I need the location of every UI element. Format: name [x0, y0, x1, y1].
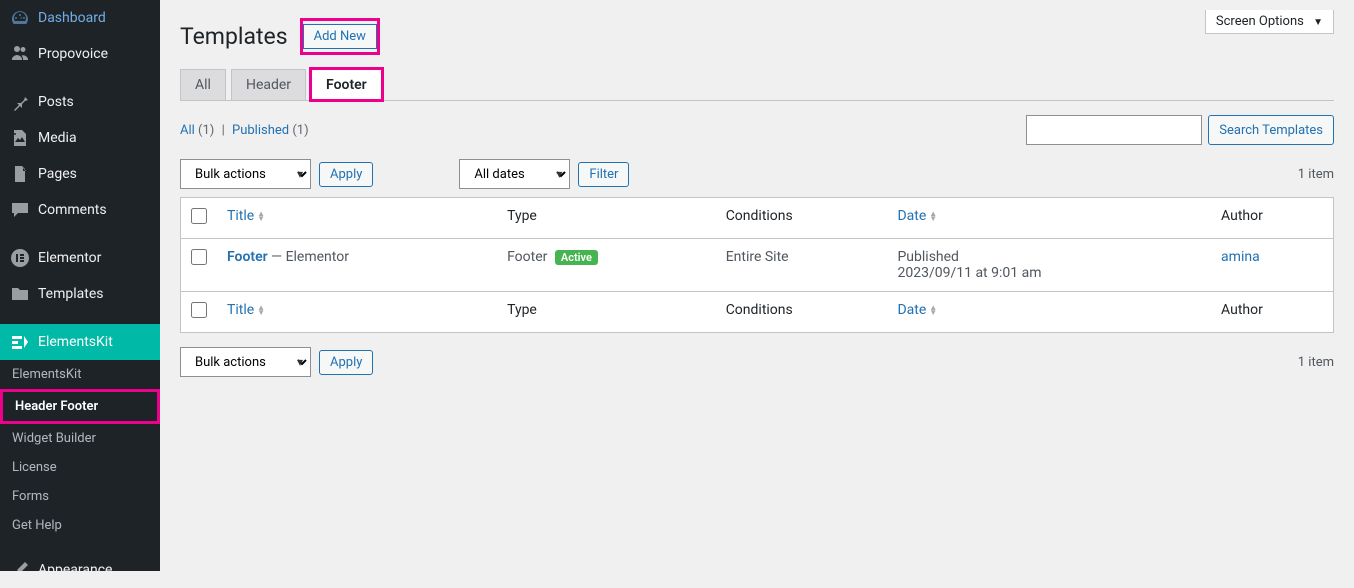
- sidebar-item-label: Pages: [38, 166, 77, 182]
- table-row: Footer — Elementor Footer Active Entire …: [181, 239, 1333, 291]
- column-author: Author: [1211, 198, 1333, 239]
- apply-bulk-button[interactable]: Apply: [319, 162, 373, 187]
- column-conditions: Conditions: [716, 198, 888, 239]
- date-filter-select[interactable]: All dates: [459, 159, 570, 189]
- screen-options-button[interactable]: Screen Options ▼: [1205, 10, 1334, 34]
- sidebar-item-label: Propovoice: [38, 46, 108, 62]
- sidebar-item-label: Posts: [38, 94, 74, 110]
- pin-icon: [10, 92, 30, 112]
- column-title-bottom[interactable]: Title▲▼: [227, 302, 265, 318]
- search-input[interactable]: [1026, 115, 1202, 145]
- sidebar-sub-elementskit[interactable]: ElementsKit: [0, 360, 160, 389]
- apply-bulk-button-bottom[interactable]: Apply: [319, 350, 373, 375]
- sidebar-sub-get-help[interactable]: Get Help: [0, 511, 160, 540]
- column-type: Type: [497, 198, 716, 239]
- sidebar-sub-widget-builder[interactable]: Widget Builder: [0, 424, 160, 453]
- tab-footer[interactable]: Footer: [311, 69, 382, 100]
- sidebar-item-label: Appearance: [38, 562, 112, 578]
- dashboard-icon: [10, 8, 30, 28]
- ekit-icon: [10, 332, 30, 352]
- status-filter-links: All (1) | Published (1): [180, 123, 309, 138]
- column-title[interactable]: Title▲▼: [227, 208, 265, 224]
- comment-icon: [10, 200, 30, 220]
- bulk-actions-select-bottom[interactable]: Bulk actions: [180, 347, 311, 377]
- column-date-bottom[interactable]: Date▲▼: [897, 302, 937, 318]
- chevron-down-icon: ▼: [1313, 17, 1323, 28]
- sidebar-item-dashboard[interactable]: Dashboard: [0, 0, 160, 36]
- sidebar-sub-license[interactable]: License: [0, 453, 160, 482]
- item-count-bottom: 1 item: [1298, 355, 1334, 370]
- folder-icon: [10, 284, 30, 304]
- sidebar-item-elementskit[interactable]: ElementsKit: [0, 324, 160, 360]
- page-title: Templates: [180, 23, 288, 50]
- search-templates-button[interactable]: Search Templates: [1208, 115, 1334, 145]
- sidebar-item-appearance[interactable]: Appearance: [0, 552, 160, 588]
- filter-link-all[interactable]: All: [180, 123, 195, 138]
- tab-header[interactable]: Header: [231, 69, 306, 100]
- brush-icon: [10, 560, 30, 580]
- row-author-link[interactable]: amina: [1221, 249, 1260, 265]
- add-new-button[interactable]: Add New: [303, 24, 377, 49]
- sidebar-item-media[interactable]: Media: [0, 120, 160, 156]
- sidebar-item-templates[interactable]: Templates: [0, 276, 160, 312]
- item-count: 1 item: [1298, 167, 1334, 182]
- column-type-bottom: Type: [497, 291, 716, 332]
- sidebar-item-label: Dashboard: [38, 10, 106, 26]
- column-author-bottom: Author: [1211, 291, 1333, 332]
- sidebar-item-label: Elementor: [38, 250, 101, 266]
- sidebar-item-posts[interactable]: Posts: [0, 84, 160, 120]
- elementor-icon: [10, 248, 30, 268]
- sidebar-item-label: Templates: [38, 286, 104, 302]
- row-date-status: Published: [897, 249, 1201, 265]
- tab-all[interactable]: All: [180, 69, 226, 100]
- sidebar-item-label: Comments: [38, 202, 107, 218]
- filter-button[interactable]: Filter: [578, 162, 629, 187]
- row-type: Footer: [507, 249, 547, 265]
- filter-link-published[interactable]: Published: [232, 123, 289, 138]
- row-title-suffix: — Elementor: [268, 249, 349, 265]
- row-title-link[interactable]: Footer: [227, 249, 268, 265]
- sort-icon: ▲▼: [257, 305, 265, 315]
- filter-all-count: (1): [198, 123, 214, 138]
- sidebar-item-pages[interactable]: Pages: [0, 156, 160, 192]
- sort-icon: ▲▼: [929, 211, 937, 221]
- sidebar-item-comments[interactable]: Comments: [0, 192, 160, 228]
- row-conditions: Entire Site: [716, 239, 888, 291]
- sidebar-sub-header-footer[interactable]: Header Footer: [3, 392, 157, 421]
- sidebar-sub-forms[interactable]: Forms: [0, 482, 160, 511]
- sort-icon: ▲▼: [257, 211, 265, 221]
- row-date-value: 2023/09/11 at 9:01 am: [897, 265, 1201, 281]
- sidebar-item-elementor[interactable]: Elementor: [0, 240, 160, 276]
- active-badge: Active: [555, 250, 598, 265]
- main-content: Screen Options ▼ Templates Add New All H…: [160, 0, 1354, 571]
- users-icon: [10, 44, 30, 64]
- column-conditions-bottom: Conditions: [716, 291, 888, 332]
- sort-icon: ▲▼: [929, 305, 937, 315]
- sidebar-item-propovoice[interactable]: Propovoice: [0, 36, 160, 72]
- row-checkbox[interactable]: [191, 249, 207, 265]
- filter-tabs: All Header Footer: [180, 69, 1334, 101]
- sidebar-item-label: Media: [38, 130, 77, 146]
- sidebar-item-label: ElementsKit: [38, 334, 113, 350]
- filter-pub-count: (1): [292, 123, 308, 138]
- bulk-actions-select[interactable]: Bulk actions: [180, 159, 311, 189]
- select-all-checkbox[interactable]: [191, 208, 207, 224]
- pages-icon: [10, 164, 30, 184]
- media-icon: [10, 128, 30, 148]
- column-date[interactable]: Date▲▼: [897, 208, 937, 224]
- screen-options-label: Screen Options: [1216, 14, 1304, 29]
- select-all-checkbox-bottom[interactable]: [191, 302, 207, 318]
- templates-table: Title▲▼ Type Conditions Date▲▼ Author Fo…: [180, 197, 1334, 333]
- admin-sidebar: Dashboard Propovoice Posts Media Pages C…: [0, 0, 160, 571]
